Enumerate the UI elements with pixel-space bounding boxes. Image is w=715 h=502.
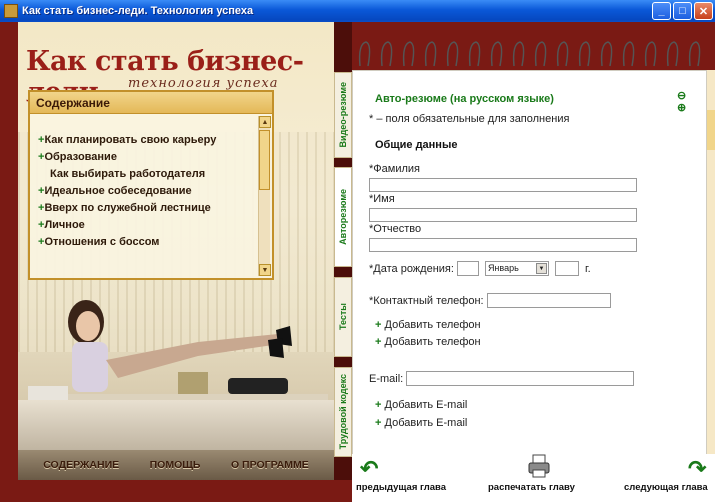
maximize-button[interactable]: □ — [673, 2, 692, 20]
printer-icon[interactable] — [528, 454, 550, 478]
scroll-up-icon[interactable]: ▲ — [259, 116, 271, 128]
add-phone-button-2[interactable]: + Добавить телефон — [375, 336, 481, 348]
help-link[interactable]: ПОМОЩЬ — [150, 459, 201, 471]
toc-item[interactable]: Как выбирать работодателя — [38, 166, 272, 183]
notebook: Авто-резюме (на русском языке) ⊖ ⊕ * – п… — [352, 22, 715, 502]
dob-row: *Дата рождения: Январь ▼ г. — [369, 261, 591, 276]
page-scroll-thumb[interactable] — [707, 110, 715, 150]
back-arrow-icon[interactable]: ↶ — [360, 456, 378, 482]
title-bar: Как стать бизнес-леди. Технология успеха… — [0, 0, 715, 22]
dob-month-select[interactable]: Январь ▼ — [484, 261, 549, 276]
email-row: E-mail: — [369, 371, 637, 386]
brand-tagline: технология успеха — [128, 76, 279, 91]
bottom-navigation: СОДЕРЖАНИЕ ПОМОЩЬ О ПРОГРАММЕ — [18, 450, 334, 480]
close-button[interactable]: ✕ — [694, 2, 713, 20]
phone-row: *Контактный телефон: — [369, 293, 614, 308]
left-panel: Как стать бизнес-леди технология успеха … — [18, 22, 334, 480]
tab-labor-code[interactable]: Трудовой кодекс — [334, 367, 352, 457]
forward-arrow-icon[interactable]: ↷ — [688, 456, 706, 482]
email-field[interactable] — [406, 371, 635, 386]
section-title: Общие данные — [375, 139, 458, 151]
form-page: Авто-резюме (на русском языке) ⊖ ⊕ * – п… — [352, 70, 707, 480]
chapter-footer: ↶ предыдущая глава распечатать главу ↷ с… — [352, 454, 715, 502]
toc-item[interactable]: +Вверх по служебной лестнице — [38, 200, 272, 217]
phone-label: *Контактный телефон: — [369, 294, 484, 307]
patronymic-field[interactable] — [369, 238, 637, 252]
scroll-thumb[interactable] — [259, 130, 270, 190]
dob-label: *Дата рождения: — [369, 262, 454, 275]
tab-video-resume[interactable]: Видео-резюме — [334, 72, 352, 158]
dob-year-field[interactable] — [554, 261, 579, 276]
zoom-in-icon[interactable]: ⊕ — [677, 101, 686, 114]
form-title: Авто-резюме (на русском языке) — [375, 93, 554, 105]
next-chapter-link[interactable]: следующая глава — [624, 482, 708, 493]
contents-title: Содержание — [30, 92, 272, 114]
toc-item[interactable]: +Отношения с боссом — [38, 234, 272, 251]
contents-scrollbar[interactable]: ▲ ▼ — [258, 116, 271, 276]
toc-item[interactable]: +Личное — [38, 217, 272, 234]
phone-field[interactable] — [486, 293, 611, 308]
print-chapter-link[interactable]: распечатать главу — [488, 482, 575, 493]
dob-day-field[interactable] — [456, 261, 479, 276]
first-name-field[interactable] — [369, 208, 637, 222]
about-link[interactable]: О ПРОГРАММЕ — [231, 459, 309, 471]
toc-item[interactable]: +Как планировать свою карьеру — [38, 132, 272, 149]
window-title: Как стать бизнес-леди. Технология успеха — [22, 5, 254, 17]
add-email-button[interactable]: + Добавить E-mail — [375, 399, 467, 411]
vertical-tabs: Видео-резюме Авторезюме Тесты Трудовой к… — [334, 22, 352, 480]
required-note: * – поля обязательные для заполнения — [369, 113, 570, 125]
prev-chapter-link[interactable]: предыдущая глава — [356, 482, 446, 493]
contents-panel: Содержание +Как планировать свою карьеру… — [28, 90, 274, 280]
app-icon — [4, 4, 18, 18]
spiral-binding-decoration — [358, 41, 701, 67]
tab-auto-resume[interactable]: Авторезюме — [334, 167, 352, 267]
year-suffix: г. — [584, 262, 591, 275]
last-name-field[interactable] — [369, 178, 637, 192]
add-phone-button[interactable]: + Добавить телефон — [375, 319, 481, 331]
toc-item[interactable]: +Идеальное собеседование — [38, 183, 272, 200]
first-name-label: *Имя — [369, 193, 395, 205]
tab-tests[interactable]: Тесты — [334, 277, 352, 357]
patronymic-label: *Отчество — [369, 223, 422, 235]
page-scrollbar[interactable] — [707, 70, 715, 480]
contents-link[interactable]: СОДЕРЖАНИЕ — [43, 459, 119, 471]
minimize-button[interactable]: _ — [652, 2, 671, 20]
add-email-button-2[interactable]: + Добавить E-mail — [375, 417, 467, 429]
scroll-down-icon[interactable]: ▼ — [259, 264, 271, 276]
last-name-label: *Фамилия — [369, 163, 420, 175]
toc-item[interactable]: +Образование — [38, 149, 272, 166]
chevron-down-icon[interactable]: ▼ — [535, 263, 547, 274]
email-label: E-mail: — [369, 372, 404, 385]
